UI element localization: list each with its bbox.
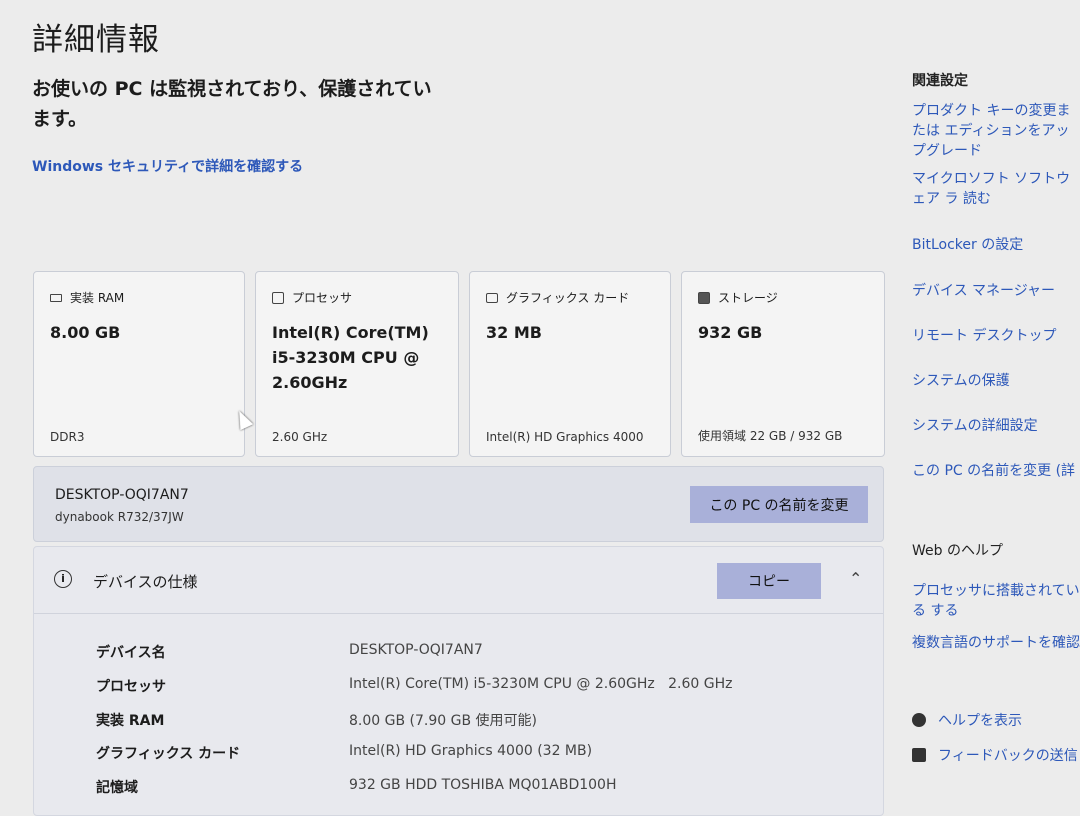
show-help-label: ヘルプを表示 [938,713,1022,729]
web-help-link-languages[interactable]: 複数言語のサポートを確認 [912,633,1080,653]
device-specs-title: デバイスの仕様 [93,573,198,591]
web-help-heading: Web のヘルプ [912,543,1003,559]
related-link-system-protection[interactable]: システムの保護 [912,371,1080,391]
ram-card-sub: DDR3 [50,430,85,444]
device-specs-header[interactable]: i デバイスの仕様 コピー ⌃ [34,547,883,614]
spec-value: Intel(R) HD Graphics 4000 (32 MB) [349,743,593,759]
related-settings-column: 関連設定 プロダクト キーの変更または エディションをアップグレード マイクロソ… [912,0,1080,810]
feedback-icon [912,748,926,762]
spec-label: グラフィックス カード [96,746,241,762]
storage-card-label: ストレージ [718,291,778,305]
storage-card-sub: 使用領域 22 GB / 932 GB [698,429,843,443]
spec-label: デバイス名 [96,645,166,661]
spec-value: 932 GB HDD TOSHIBA MQ01ABD100H [349,777,617,793]
ram-card-label: 実装 RAM [70,291,125,305]
related-link-license[interactable]: マイクロソフト ソフトウェア ラ 読む [912,169,1080,209]
storage-card-value: 932 GB [698,323,763,342]
ram-card-value: 8.00 GB [50,323,121,342]
info-icon: i [54,570,72,588]
graphics-card-label: グラフィックス カード [506,291,630,305]
processor-card-value: Intel(R) Core(TM) i5-3230M CPU @ 2.60GHz [272,323,429,392]
help-icon [912,713,926,727]
related-link-advanced-system[interactable]: システムの詳細設定 [912,416,1080,436]
show-help-link[interactable]: ヘルプを表示 [912,710,1022,730]
spec-label: 実装 RAM [96,713,165,729]
copy-button[interactable]: コピー [717,563,821,599]
windows-security-link[interactable]: Windows セキュリティで詳細を確認する [32,156,303,176]
spec-label: プロセッサ [96,679,166,695]
related-link-bitlocker[interactable]: BitLocker の設定 [912,235,1080,255]
device-specs-panel: i デバイスの仕様 コピー ⌃ デバイス名 DESKTOP-OQI7AN7 プロ… [33,546,884,816]
spec-value: Intel(R) Core(TM) i5-3230M CPU @ 2.60GHz… [349,676,733,692]
web-help-link-processor[interactable]: プロセッサに搭載されている する [912,581,1080,621]
related-link-product-key[interactable]: プロダクト キーの変更または エディションをアップグレード [912,101,1080,161]
monitor-message: お使いの PC は監視されており、保護されています。 [32,78,432,130]
spec-value: DESKTOP-OQI7AN7 [349,642,483,658]
related-link-rename-pc[interactable]: この PC の名前を変更 (詳 [912,461,1080,481]
graphics-card-value: 32 MB [486,323,542,342]
graphics-card-sub: Intel(R) HD Graphics 4000 [486,430,644,444]
chevron-up-icon[interactable]: ⌃ [849,569,862,588]
spec-value: 8.00 GB (7.90 GB 使用可能) [349,713,537,729]
page-title: 詳細情報 [32,22,160,58]
storage-icon [698,291,710,304]
related-link-remote-desktop[interactable]: リモート デスクトップ [912,326,1080,346]
ram-card: 実装 RAM 8.00 GB DDR3 [33,271,245,457]
processor-card-label: プロセッサ [292,291,353,305]
processor-card: プロセッサ Intel(R) Core(TM) i5-3230M CPU @ 2… [255,271,459,457]
pc-model: dynabook R732/37JW [55,510,184,524]
pc-name-bar: DESKTOP-OQI7AN7 dynabook R732/37JW この PC… [33,466,884,542]
related-link-device-manager[interactable]: デバイス マネージャー [912,281,1080,301]
ram-icon [50,293,62,302]
graphics-card-icon [486,292,498,303]
feedback-label: フィードバックの送信 [938,748,1078,764]
processor-icon [272,291,284,304]
rename-pc-button[interactable]: この PC の名前を変更 [690,486,868,523]
processor-card-sub: 2.60 GHz [272,430,328,444]
related-settings-heading: 関連設定 [912,73,968,89]
pc-name: DESKTOP-OQI7AN7 [55,487,189,503]
storage-card: ストレージ 932 GB 使用領域 22 GB / 932 GB [681,271,885,457]
feedback-link[interactable]: フィードバックの送信 [912,745,1078,765]
spec-label: 記憶域 [96,780,138,796]
graphics-card: グラフィックス カード 32 MB Intel(R) HD Graphics 4… [469,271,671,457]
